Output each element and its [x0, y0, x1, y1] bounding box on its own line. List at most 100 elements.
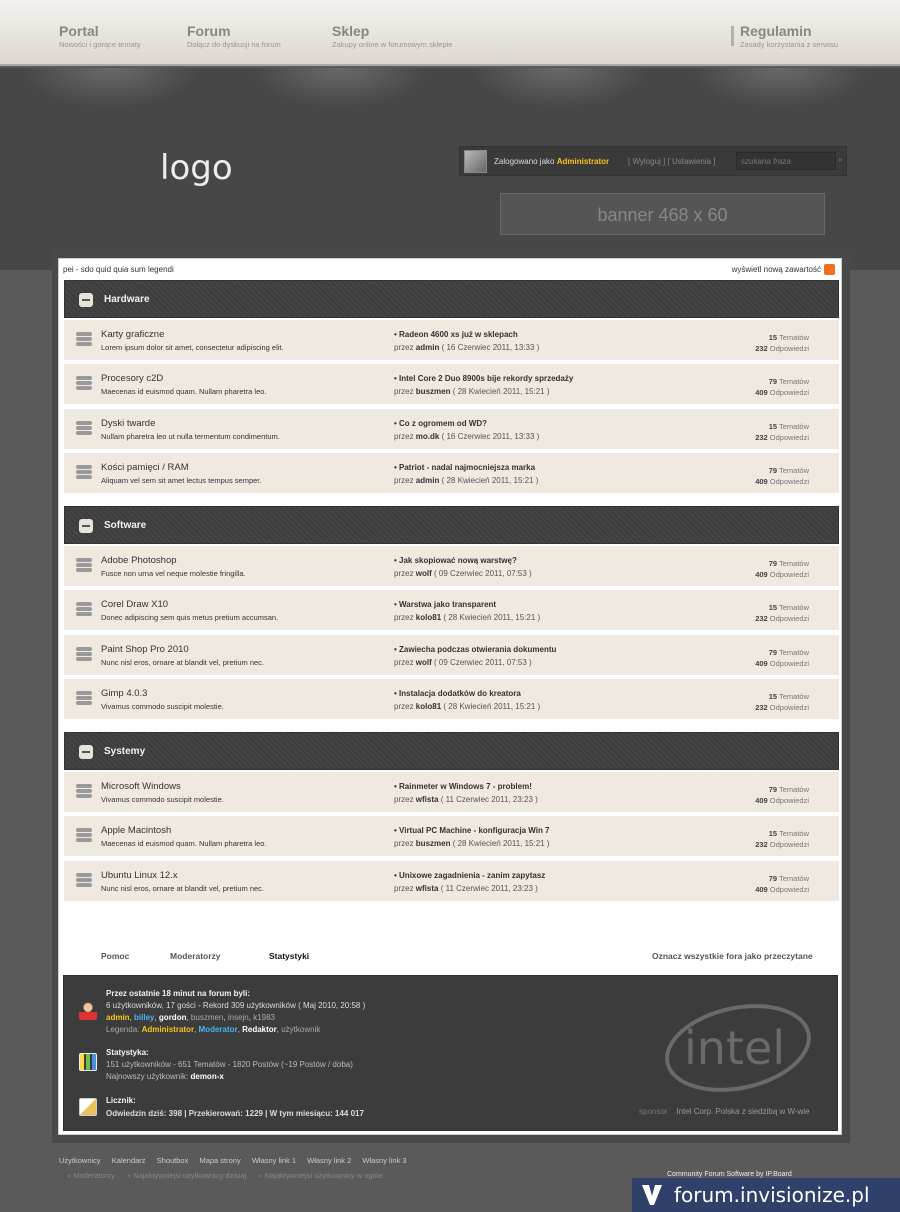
search-submit-icon[interactable]: »	[838, 155, 842, 164]
tab-stats[interactable]: Statystyki	[269, 951, 309, 961]
ipboard-credit[interactable]: Community Forum Software by IP.Board	[667, 1171, 792, 1178]
site-logo[interactable]: logo	[160, 148, 233, 188]
bottom-link[interactable]: Własny link 1	[252, 1156, 296, 1165]
nav-shop[interactable]: Sklep Zakupy online w forumowym sklepie	[332, 23, 452, 49]
invisionize-v-icon	[642, 1185, 662, 1205]
last-post-author[interactable]: wolf	[416, 658, 432, 667]
last-post-author[interactable]: wfista	[416, 884, 439, 893]
forum-stats: 79 Tematów 409 Odpowiedzi	[755, 465, 809, 487]
last-post-date: ( 09 Czerwiec 2011, 07:53 )	[434, 569, 532, 578]
last-post-date: ( 28 Kwiecień 2011, 15:21 )	[452, 387, 550, 397]
ad-banner[interactable]: banner 468 x 60	[500, 193, 825, 235]
forum-status-icon	[76, 376, 92, 394]
last-post-author[interactable]: wfista	[416, 795, 439, 804]
rss-icon[interactable]	[824, 264, 835, 275]
forum-name-link[interactable]: Procesory c2D	[101, 373, 163, 384]
last-post-title[interactable]: • Rainmeter w Windows 7 - problem!	[394, 782, 532, 791]
forum-status-icon	[76, 646, 92, 665]
forum-name-link[interactable]: Paint Shop Pro 2010	[101, 644, 189, 655]
online-user[interactable]: gordon	[159, 1013, 187, 1022]
forum-name-link[interactable]: Adobe Photoshop	[101, 555, 177, 566]
forum-status-icon	[76, 690, 92, 709]
last-post-author[interactable]: admin	[416, 343, 440, 352]
last-post-author[interactable]: buszmen	[416, 839, 451, 848]
last-post-author[interactable]: wolf	[416, 569, 432, 578]
category-header[interactable]: Software	[64, 506, 839, 544]
newest-user-link[interactable]: demon-x	[190, 1072, 223, 1081]
nav-forum[interactable]: Forum Dołącz do dyskusji na forum	[187, 23, 281, 49]
bottom-link[interactable]: » Moderatorzy	[67, 1171, 115, 1180]
topics-label: Tematów	[778, 377, 809, 387]
forum-name-link[interactable]: Corel Draw X10	[101, 599, 168, 610]
online-user[interactable]: insejn	[228, 1013, 249, 1022]
forum-stats: 15 Tematów 232 Odpowiedzi	[755, 691, 809, 713]
bottom-link[interactable]: Mapa strony	[199, 1156, 240, 1165]
last-post-title[interactable]: • Co z ogromem od WD?	[394, 419, 487, 428]
topics-label: Tematów	[778, 333, 809, 342]
last-post-by: przez kolo81 ( 28 Kwiecień 2011, 15:21 )	[394, 613, 540, 622]
last-post-author[interactable]: admin	[416, 476, 440, 485]
topics-label: Tematów	[778, 465, 809, 475]
last-post-title[interactable]: • Unixowe zagadnienia - zanim zapytasz	[394, 871, 545, 880]
bottom-link[interactable]: Własny link 2	[307, 1156, 351, 1165]
replies-count: 409	[755, 476, 768, 486]
category-header[interactable]: Systemy	[64, 732, 839, 770]
forum-stats: 79 Tematów 409 Odpowiedzi	[755, 647, 809, 669]
new-content-link[interactable]: wyświetl nową zawartość	[732, 265, 821, 274]
forum-name-link[interactable]: Gimp 4.0.3	[101, 688, 147, 699]
collapse-icon[interactable]	[79, 745, 93, 759]
intel-logo[interactable]: intel	[664, 998, 819, 1098]
collapse-icon[interactable]	[79, 519, 93, 533]
forum-row: Adobe Photoshop Fusce non urna vel neque …	[64, 546, 839, 588]
last-post-title[interactable]: • Patriot - nadal najmocniejsza marka	[394, 463, 535, 472]
nav-portal[interactable]: Portal Nowości i gorące tematy	[59, 23, 141, 49]
bottom-link[interactable]: Własny link 3	[362, 1156, 406, 1165]
legend-label: Legenda:	[106, 1025, 140, 1034]
bottom-link[interactable]: » Najaktywniejsi użytkownicy dzisiaj	[127, 1171, 246, 1180]
last-post-title[interactable]: • Intel Core 2 Duo 8900s bije rekordy sp…	[394, 374, 573, 383]
forum-row: Corel Draw X10 Donec adipiscing sem quis …	[64, 590, 839, 633]
mark-all-read-link[interactable]: Oznacz wszystkie fora jako przeczytane	[652, 951, 813, 961]
nav-rules[interactable]: Regulamin Zasady korzystania z serwisu	[740, 23, 838, 49]
forum-status-icon	[76, 828, 92, 846]
last-post-title[interactable]: • Zawiecha podczas otwierania dokumentu	[394, 645, 556, 654]
online-user[interactable]: buszmen	[191, 1013, 223, 1022]
replies-label: Odpowiedzi	[769, 658, 809, 668]
last-post-title[interactable]: • Jak skopiować nową warstwę?	[394, 556, 517, 565]
online-user[interactable]: billey	[134, 1013, 154, 1022]
bottom-link[interactable]: Kalendarz	[112, 1156, 146, 1165]
topics-label: Tematów	[778, 559, 809, 568]
replies-count: 409	[755, 388, 768, 398]
last-post-author[interactable]: kolo81	[416, 702, 441, 711]
topics-count: 79	[768, 465, 778, 475]
forum-name-link[interactable]: Kości pamięci / RAM	[101, 462, 189, 473]
forum-name-link[interactable]: Ubuntu Linux 12.x	[101, 870, 178, 881]
online-user[interactable]: admin	[106, 1013, 130, 1022]
tab-help[interactable]: Pomoc	[101, 951, 129, 961]
avatar[interactable]	[464, 150, 487, 173]
bottom-link[interactable]: » Najaktywniejsi użytkownicy w ogóle	[258, 1171, 382, 1180]
username-link[interactable]: Administrator	[557, 157, 609, 166]
forum-name-link[interactable]: Dyski twarde	[101, 418, 155, 429]
last-post-title[interactable]: • Radeon 4600 xs już w sklepach	[394, 330, 518, 339]
user-links[interactable]: [ Wyloguj ] [ Ustawienia ]	[628, 157, 716, 166]
sponsor-link[interactable]: Intel Corp. Polska z siedzibą w W-wie	[676, 1107, 809, 1116]
last-post-title[interactable]: • Warstwa jako transparent	[394, 600, 496, 609]
forum-stats: 79 Tematów 409 Odpowiedzi	[755, 784, 809, 806]
search-input[interactable]: szukana fraza	[736, 152, 836, 170]
forum-name-link[interactable]: Microsoft Windows	[101, 781, 181, 792]
forum-name-link[interactable]: Karty graficzne	[101, 329, 164, 340]
forum-description: Vivamus commodo suscipit molestie.	[101, 701, 224, 711]
category-header[interactable]: Hardware	[64, 280, 839, 318]
tab-moderators[interactable]: Moderatorzy	[170, 951, 221, 961]
last-post-author[interactable]: buszmen	[416, 387, 451, 396]
bottom-link[interactable]: Użytkownicy	[59, 1156, 101, 1165]
bottom-link[interactable]: Shoutbox	[157, 1156, 189, 1165]
forum-name-link[interactable]: Apple Macintosh	[101, 825, 171, 836]
collapse-icon[interactable]	[79, 293, 93, 307]
last-post-title[interactable]: • Virtual PC Machine - konfiguracja Win …	[394, 826, 550, 835]
last-post-author[interactable]: kolo81	[416, 613, 441, 622]
last-post-title[interactable]: • Instalacja dodatków do kreatora	[394, 689, 521, 698]
last-post-author[interactable]: mo.dk	[416, 432, 440, 441]
online-user[interactable]: k1983	[253, 1013, 275, 1022]
